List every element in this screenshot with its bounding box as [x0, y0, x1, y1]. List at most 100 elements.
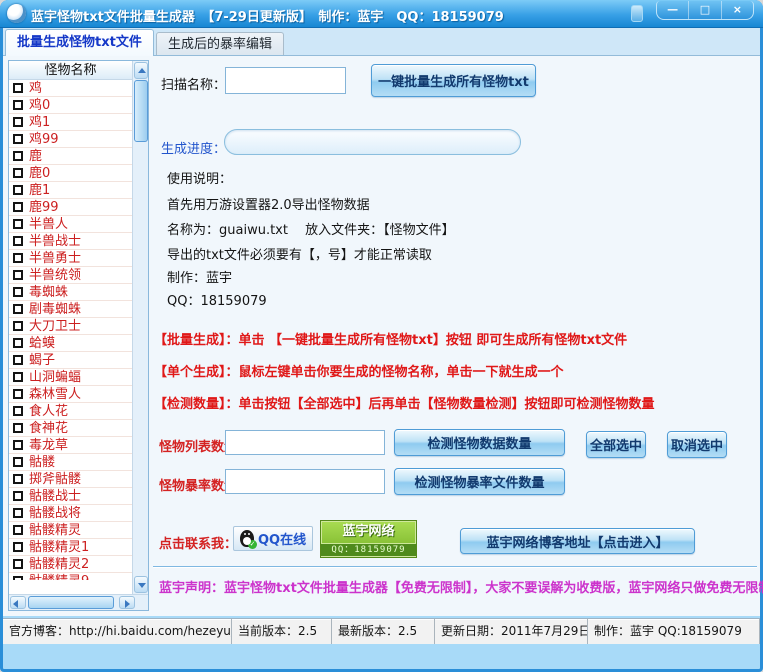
list-item[interactable]: 森林雪人	[9, 386, 133, 403]
monster-checkbox[interactable]	[13, 253, 23, 263]
monster-list-body: 鸡鸡0鸡1鸡99鹿鹿0鹿1鹿99半兽人半兽战士半兽勇士半兽统领毒蜘蛛剧毒蜘蛛大刀…	[9, 80, 133, 580]
horizontal-scroll-thumb[interactable]	[28, 596, 114, 609]
list-item[interactable]: 骷髅战将	[9, 505, 133, 522]
monster-checkbox[interactable]	[13, 83, 23, 93]
monster-checkbox[interactable]	[13, 168, 23, 178]
blog-address-button[interactable]: 蓝宇网络博客地址【点击进入】	[460, 528, 695, 554]
monster-checkbox[interactable]	[13, 219, 23, 229]
check-monster-data-button[interactable]: 检测怪物数据数量	[394, 429, 565, 456]
list-item[interactable]: 鸡	[9, 80, 133, 97]
monster-checkbox[interactable]	[13, 270, 23, 280]
monster-checkbox[interactable]	[13, 236, 23, 246]
monster-checkbox[interactable]	[13, 491, 23, 501]
list-item[interactable]: 山洞蝙蝠	[9, 369, 133, 386]
monster-checkbox[interactable]	[13, 151, 23, 161]
monster-checkbox[interactable]	[13, 372, 23, 382]
monster-checkbox[interactable]	[13, 542, 23, 552]
list-item[interactable]: 半兽统领	[9, 267, 133, 284]
status-section: 当前版本：2.5	[232, 619, 332, 644]
list-item[interactable]: 骷髅精灵	[9, 522, 133, 539]
list-item[interactable]: 蝎子	[9, 352, 133, 369]
check-rate-files-button[interactable]: 检测怪物暴率文件数量	[394, 468, 565, 495]
monster-checkbox[interactable]	[13, 134, 23, 144]
monster-checkbox[interactable]	[13, 117, 23, 127]
monster-checkbox[interactable]	[13, 202, 23, 212]
scroll-left-icon	[13, 600, 18, 608]
list-item[interactable]: 骷髅精灵9	[9, 573, 133, 580]
list-item[interactable]: 毒龙草	[9, 437, 133, 454]
monster-checkbox[interactable]	[13, 576, 23, 580]
monster-checkbox[interactable]	[13, 321, 23, 331]
monster-checkbox[interactable]	[13, 474, 23, 484]
monster-checkbox[interactable]	[13, 100, 23, 110]
usage-line-author: 制作：蓝宇	[167, 267, 232, 286]
list-item[interactable]: 毒蜘蛛	[9, 284, 133, 301]
list-item[interactable]: 大刀卫士	[9, 318, 133, 335]
deselect-button[interactable]: 取消选中	[667, 431, 727, 458]
monster-name: 骷髅	[29, 455, 55, 470]
list-item[interactable]: 半兽战士	[9, 233, 133, 250]
list-item[interactable]: 剧毒蜘蛛	[9, 301, 133, 318]
close-button[interactable]: ×	[722, 1, 753, 19]
monster-checkbox[interactable]	[13, 457, 23, 467]
list-item[interactable]: 食人花	[9, 403, 133, 420]
horizontal-scrollbar[interactable]	[9, 594, 148, 610]
list-item[interactable]: 鹿99	[9, 199, 133, 216]
list-item[interactable]: 骷髅	[9, 454, 133, 471]
monster-checkbox[interactable]	[13, 287, 23, 297]
monster-checkbox[interactable]	[13, 508, 23, 518]
vertical-scrollbar[interactable]	[132, 61, 148, 594]
list-item[interactable]: 骷髅战士	[9, 488, 133, 505]
list-item[interactable]: 半兽勇士	[9, 250, 133, 267]
monster-name: 骷髅精灵1	[29, 540, 89, 555]
scroll-up-button[interactable]	[134, 62, 148, 79]
monster-list-count-input[interactable]	[225, 430, 385, 455]
monster-checkbox[interactable]	[13, 423, 23, 433]
vertical-scroll-thumb[interactable]	[134, 80, 148, 142]
monster-name: 骷髅精灵	[29, 523, 81, 538]
monster-checkbox[interactable]	[13, 559, 23, 569]
lanyu-network-badge[interactable]: 蓝宇网络 QQ：18159079	[320, 520, 417, 558]
qq-penguin-icon: ✓	[240, 530, 254, 547]
maximize-button[interactable]: □	[689, 1, 721, 19]
scroll-left-button[interactable]	[10, 596, 26, 609]
list-item[interactable]: 鹿0	[9, 165, 133, 182]
tab-batch-generate[interactable]: 批量生成怪物txt文件	[5, 29, 154, 56]
list-item[interactable]: 蛤蟆	[9, 335, 133, 352]
list-item[interactable]: 鹿	[9, 148, 133, 165]
list-item[interactable]: 半兽人	[9, 216, 133, 233]
scan-name-input[interactable]	[225, 67, 346, 94]
monster-checkbox[interactable]	[13, 304, 23, 314]
list-item[interactable]: 食神花	[9, 420, 133, 437]
select-all-button[interactable]: 全部选中	[586, 431, 646, 458]
list-item[interactable]: 鸡0	[9, 97, 133, 114]
minimize-button[interactable]: —	[657, 1, 689, 19]
skin-icon[interactable]	[631, 5, 643, 22]
list-item[interactable]: 骷髅精灵2	[9, 556, 133, 573]
usage-line-export: 首先用万游设置器2.0导出怪物数据	[167, 194, 370, 213]
monster-checkbox[interactable]	[13, 338, 23, 348]
status-section: 更新日期：2011年7月29日	[435, 619, 588, 644]
list-item[interactable]: 掷斧骷髅	[9, 471, 133, 488]
monster-rate-count-input[interactable]	[225, 469, 385, 494]
monster-checkbox[interactable]	[13, 355, 23, 365]
monster-checkbox[interactable]	[13, 389, 23, 399]
list-item[interactable]: 鸡1	[9, 114, 133, 131]
usage-line-format: 导出的txt文件必须要有【，号】才能正常读取	[167, 244, 432, 263]
scroll-right-button[interactable]	[119, 596, 135, 609]
status-section: 制作：蓝宇 QQ:18159079	[588, 619, 760, 644]
monster-checkbox[interactable]	[13, 185, 23, 195]
monster-checkbox[interactable]	[13, 440, 23, 450]
tab-rate-edit[interactable]: 生成后的暴率编辑	[156, 32, 284, 56]
contact-label: 点击联系我：	[159, 533, 237, 552]
list-item[interactable]: 鹿1	[9, 182, 133, 199]
monster-checkbox[interactable]	[13, 525, 23, 535]
monster-name: 骷髅精灵9	[29, 574, 89, 581]
qq-online-button[interactable]: ✓ QQ在线	[233, 526, 313, 551]
monster-checkbox[interactable]	[13, 406, 23, 416]
generate-all-button[interactable]: 一键批量生成所有怪物txt	[371, 64, 536, 97]
list-item[interactable]: 鸡99	[9, 131, 133, 148]
list-item[interactable]: 骷髅精灵1	[9, 539, 133, 556]
scroll-down-button[interactable]	[134, 576, 148, 593]
tip-check-count: 【检测数量】：单击按钮【全部选中】后再单击【怪物数量检测】按钮即可检测怪物数量	[154, 393, 655, 412]
